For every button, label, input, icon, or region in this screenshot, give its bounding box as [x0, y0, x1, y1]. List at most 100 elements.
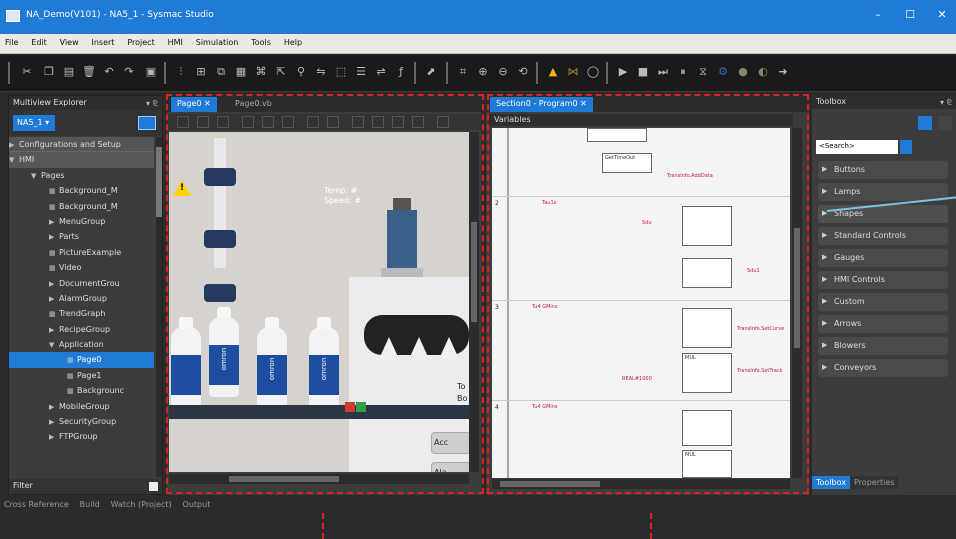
log-icon[interactable]: ◐	[756, 65, 770, 79]
tree-item-ftpgroup[interactable]: ▶ FTPGroup	[9, 429, 154, 444]
transfer-icon[interactable]: ⋈	[566, 65, 580, 79]
tab-toolbox[interactable]: Toolbox	[812, 476, 850, 489]
tree-item-parts[interactable]: ▶ Parts	[9, 229, 154, 244]
zoom-out-icon[interactable]: ⊖	[496, 65, 510, 79]
toolbox-buttons[interactable]: Buttons	[818, 161, 948, 179]
fit-icon[interactable]: ⌗	[456, 65, 470, 79]
menu-project[interactable]: Project	[122, 34, 159, 47]
paste-icon[interactable]: ▤	[62, 65, 76, 79]
page-icon: ▦	[67, 356, 74, 365]
toolbox-title: Toolbox	[816, 97, 846, 106]
function-icon[interactable]: ƒ	[394, 65, 408, 79]
replace-icon[interactable]: ⇋	[314, 65, 328, 79]
step-icon[interactable]: ⏭	[656, 65, 670, 79]
zoom-reset-icon[interactable]: ⟲	[516, 65, 530, 79]
close-button[interactable]: ✕	[932, 8, 952, 24]
online-icon[interactable]: ◯	[586, 65, 600, 79]
tree-item-securitygroup[interactable]: ▶ SecurityGroup	[9, 414, 154, 429]
monitor-icon[interactable]: ⧖	[696, 65, 710, 79]
tree-item-video[interactable]: ▦ Video	[9, 260, 154, 275]
tree-item-configurations[interactable]: ▶ Configurations and Setup	[9, 137, 154, 153]
tree-item-page0[interactable]: ▦ Page0	[9, 352, 154, 368]
filter-bar[interactable]: Filter	[9, 479, 162, 494]
next-icon[interactable]: ➜	[776, 65, 790, 79]
collapse-icon[interactable]: ▼	[9, 153, 19, 167]
explorer-scrollbar[interactable]	[156, 137, 162, 477]
scroll-thumb[interactable]	[156, 147, 162, 217]
toolbox-blowers[interactable]: Blowers	[818, 337, 948, 355]
toolbox-hmi-controls[interactable]: HMI Controls	[818, 271, 948, 289]
build-icon[interactable]: ⬚	[334, 65, 348, 79]
select-icon[interactable]: ⬈	[424, 65, 438, 79]
tab-properties[interactable]: Properties	[850, 476, 899, 489]
list-view-icon[interactable]	[918, 116, 932, 130]
tree-item-background[interactable]: ▦ Backgrounc	[9, 383, 154, 398]
menu-edit[interactable]: Edit	[26, 34, 52, 47]
pin-icon[interactable]: ▾ ⅊	[146, 98, 158, 109]
undo-icon[interactable]: ↶	[102, 65, 116, 79]
layout-icon[interactable]: ▦	[234, 65, 248, 79]
tree-item-mobilegroup[interactable]: ▶ MobileGroup	[9, 399, 154, 414]
tree-item-pages[interactable]: ▼ Pages	[9, 168, 154, 183]
settings-icon[interactable]: ⚙	[716, 65, 730, 79]
grid-view-icon[interactable]	[938, 116, 952, 130]
binoculars-icon[interactable]: ⚲	[294, 65, 308, 79]
menu-insert[interactable]: Insert	[87, 34, 120, 47]
record-icon[interactable]: ●	[736, 65, 750, 79]
toolbox-search-input[interactable]: <Search>	[816, 140, 898, 154]
arrow-icon[interactable]: ⇱	[274, 65, 288, 79]
grid-icon[interactable]: ⊞	[194, 65, 208, 79]
zoom-in-icon[interactable]: ⊕	[476, 65, 490, 79]
tree-item-documentgroup[interactable]: ▶ DocumentGrou	[9, 276, 154, 291]
menu-view[interactable]: View	[55, 34, 84, 47]
pause-icon[interactable]: ⏸	[676, 65, 690, 79]
tab-output[interactable]: Output	[179, 497, 215, 512]
toolbox-standard-controls[interactable]: Standard Controls	[818, 227, 948, 245]
save-icon[interactable]: ▣	[144, 65, 158, 79]
menu-tools[interactable]: Tools	[246, 34, 276, 47]
menu-hmi[interactable]: HMI	[163, 34, 188, 47]
toolbox-conveyors[interactable]: Conveyors	[818, 359, 948, 377]
tree-item-application[interactable]: ▼ Application	[9, 337, 154, 352]
tab-cross-reference[interactable]: Cross Reference	[0, 497, 73, 512]
expand-icon[interactable]: ▶	[9, 138, 19, 151]
tree-item-background-m2[interactable]: ▦ Background_M	[9, 199, 154, 214]
group-icon[interactable]: ⧉	[214, 65, 228, 79]
menu-help[interactable]: Help	[279, 34, 307, 47]
menu-simulation[interactable]: Simulation	[191, 34, 244, 47]
filter-checkbox[interactable]	[149, 482, 158, 491]
tab-build[interactable]: Build	[76, 497, 104, 512]
toolbox-gauges[interactable]: Gauges	[818, 249, 948, 267]
run-icon[interactable]: ▶	[616, 65, 630, 79]
tree-item-hmi[interactable]: ▼ HMI	[9, 152, 154, 168]
tree-item-pictureexample[interactable]: ▦ PictureExample	[9, 245, 154, 260]
connect-icon[interactable]: ⇌	[374, 65, 388, 79]
search-dropdown-icon[interactable]	[900, 140, 912, 154]
list-icon[interactable]: ☰	[354, 65, 368, 79]
cut-icon[interactable]: ✂	[20, 65, 34, 79]
tree-item-recipegroup[interactable]: ▶ RecipeGroup	[9, 322, 154, 337]
redo-icon[interactable]: ↷	[122, 65, 136, 79]
copy-icon[interactable]: ❐	[42, 65, 56, 79]
device-select[interactable]: NA5_1 ▾	[13, 115, 55, 131]
menu-file[interactable]: File	[0, 34, 23, 47]
toolbox-custom[interactable]: Custom	[818, 293, 948, 311]
tree-item-page1[interactable]: ▦ Page1	[9, 368, 154, 383]
network-icon[interactable]: ⌘	[254, 65, 268, 79]
pin-icon[interactable]: ▾ ⅊	[940, 97, 952, 108]
warning-icon[interactable]: ▲	[546, 65, 560, 79]
toolbox-arrows[interactable]: Arrows	[818, 315, 948, 333]
tree-item-menugroup[interactable]: ▶ MenuGroup	[9, 214, 154, 229]
tree-item-trendgraph[interactable]: ▦ TrendGraph	[9, 306, 154, 321]
minimize-button[interactable]: –	[868, 8, 888, 24]
stop-icon[interactable]: ■	[636, 65, 650, 79]
delete-icon[interactable]: 🗑	[82, 65, 96, 79]
window-title: NA_Demo(V101) - NA5_1 - Sysmac Studio	[26, 10, 214, 20]
device-monitor-icon[interactable]	[138, 116, 156, 130]
tree-item-background-m[interactable]: ▦ Background_M	[9, 183, 154, 198]
tab-watch[interactable]: Watch (Project)	[107, 497, 176, 512]
tree-item-alarmgroup[interactable]: ▶ AlarmGroup	[9, 291, 154, 306]
align-icon[interactable]: ⫶	[174, 65, 188, 79]
maximize-button[interactable]: ☐	[900, 8, 920, 24]
toolbox-shapes[interactable]: Shapes	[818, 205, 948, 223]
